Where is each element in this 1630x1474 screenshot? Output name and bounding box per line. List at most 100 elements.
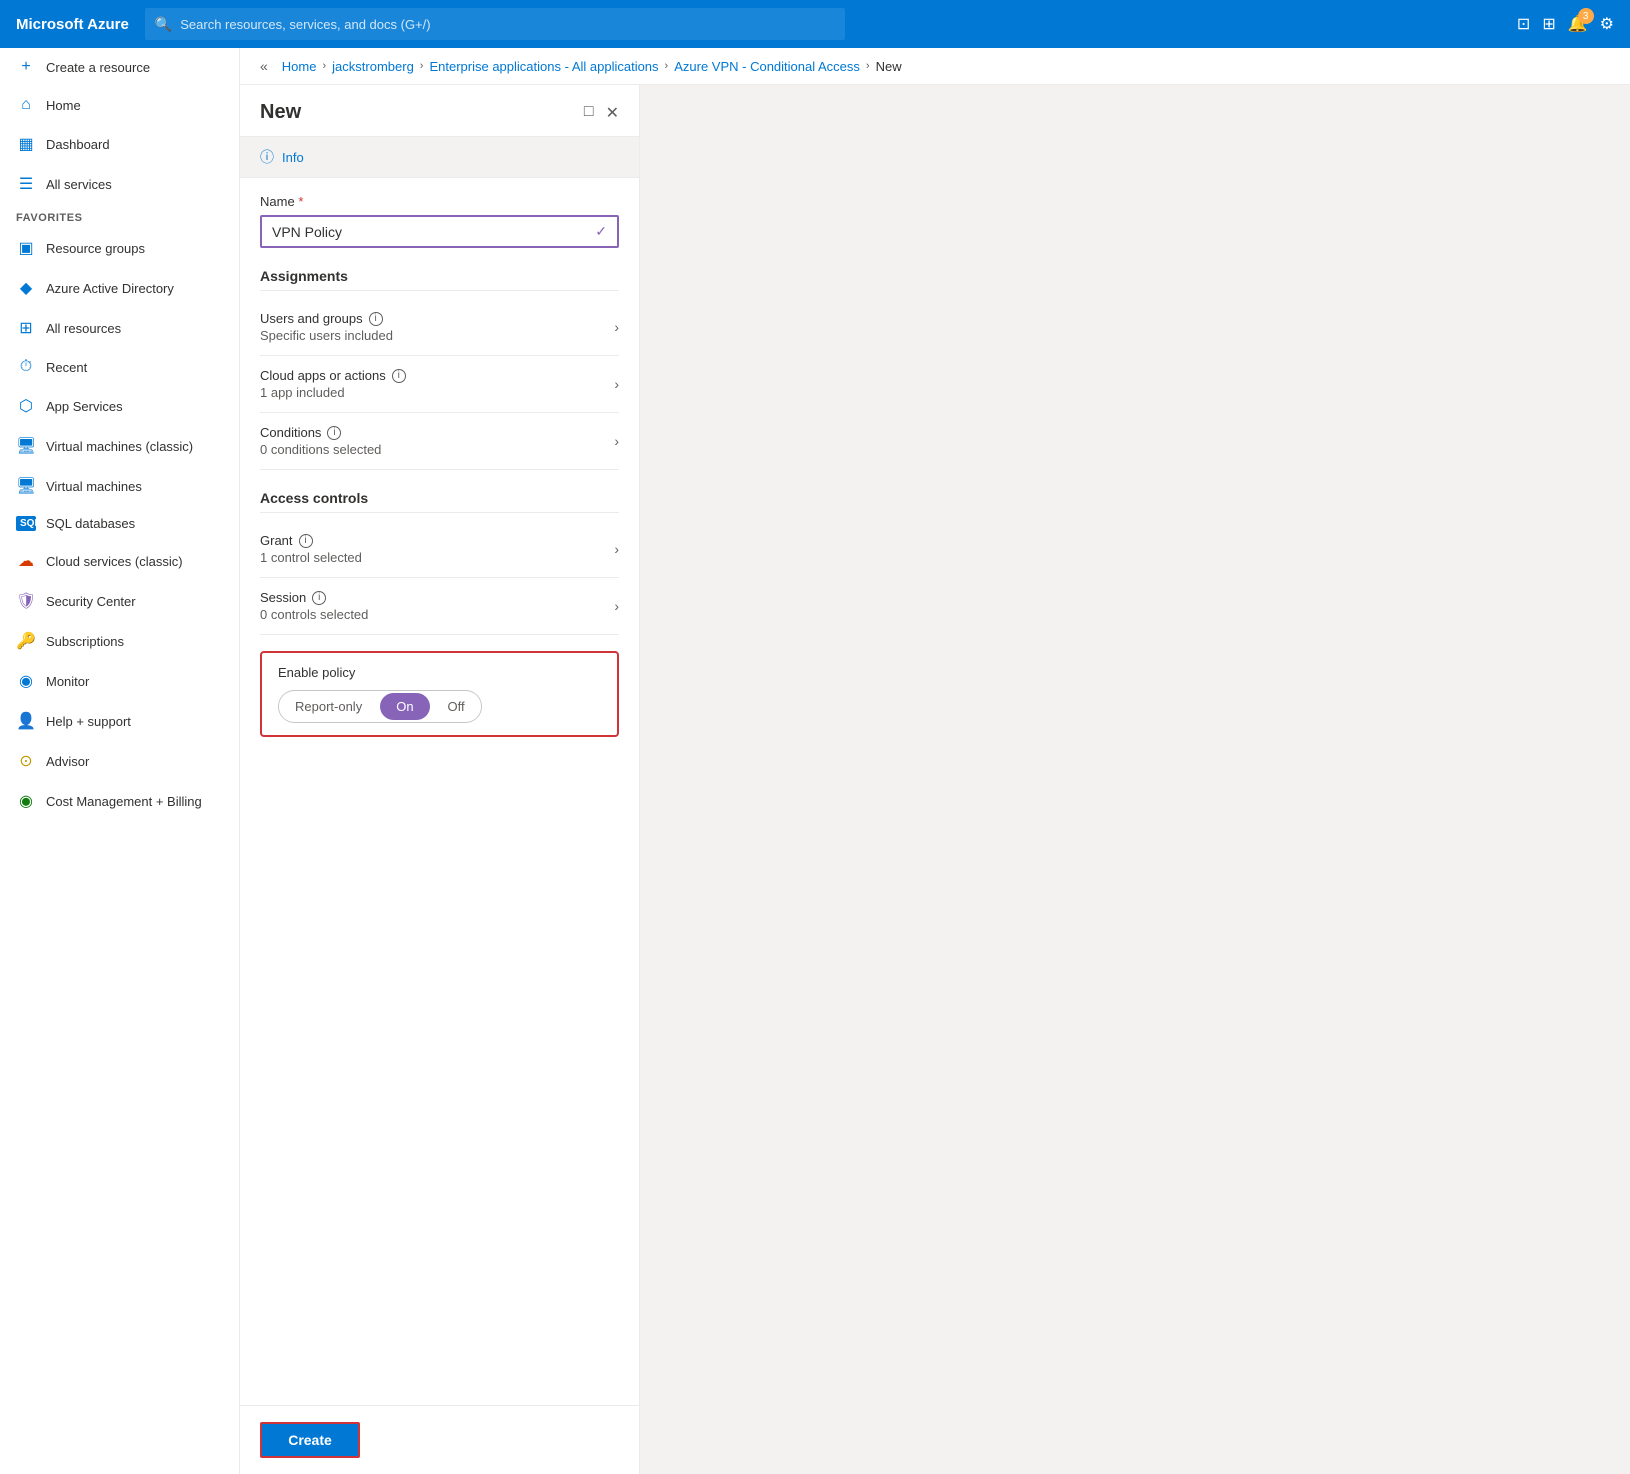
sidebar-item-advisor[interactable]: ⊙ Advisor [0,741,239,781]
toggle-on[interactable]: On [380,693,429,720]
enable-policy-label: Enable policy [278,665,601,680]
info-section: ⓘ Info [240,137,639,178]
notification-badge: 3 [1578,8,1594,24]
breadcrumb-azure-vpn[interactable]: Azure VPN - Conditional Access [674,59,860,74]
sidebar-item-home[interactable]: ⌂Home [0,86,239,124]
breadcrumb-home[interactable]: Home [282,59,317,74]
new-policy-panel: New □ ✕ ⓘ Info Name [240,85,640,1474]
cloud-apps-info-icon[interactable]: i [392,369,406,383]
sidebar-label-monitor: Monitor [46,674,89,689]
sidebar-item-virtual-machines[interactable]: 🖥 Virtual machines [0,466,239,506]
sidebar-item-create-resource[interactable]: +Create a resource [0,48,239,86]
sidebar-label-security-center: Security Center [46,594,136,609]
sidebar-label-all-resources: All resources [46,321,121,336]
breadcrumb-enterprise-apps[interactable]: Enterprise applications - All applicatio… [429,59,658,74]
name-label: Name * [260,194,619,209]
topbar-icons: ⊡ ⊞ 🔔 3 ⚙ [1517,14,1614,34]
sidebar-item-sql-databases[interactable]: SQL SQL databases [0,506,239,541]
sidebar-label-virtual-machines-classic: Virtual machines (classic) [46,439,193,454]
subscriptions-icon: 🔑 [16,631,36,651]
brand-title: Microsoft Azure [16,16,129,33]
sidebar-label-cloud-services: Cloud services (classic) [46,554,183,569]
advisor-icon: ⊙ [16,751,36,771]
virtual-machines-icon: 🖥 [16,476,36,496]
breadcrumb-jackstromberg[interactable]: jackstromberg [332,59,414,74]
create-button[interactable]: Create [260,1422,360,1458]
sidebar-item-dashboard[interactable]: ▦Dashboard [0,124,239,164]
sidebar-item-monitor[interactable]: ◉ Monitor [0,661,239,701]
all-resources-icon: ⊞ [16,318,36,338]
sidebar-item-app-services[interactable]: ⬡App Services [0,386,239,426]
grant-row[interactable]: Grant i 1 control selected › [260,521,619,578]
info-label: Info [282,150,304,165]
sidebar-item-virtual-machines-classic[interactable]: 🖥 Virtual machines (classic) [0,426,239,466]
users-groups-row[interactable]: Users and groups i Specific users includ… [260,299,619,356]
topbar: Microsoft Azure 🔍 ⊡ ⊞ 🔔 3 ⚙ [0,0,1630,48]
conditions-chevron: › [614,433,619,449]
session-row[interactable]: Session i 0 controls selected › [260,578,619,635]
sidebar-item-cost-management[interactable]: ◉Cost Management + Billing [0,781,239,821]
settings-icon[interactable]: ⚙ [1600,14,1614,34]
sidebar-label-advisor: Advisor [46,754,89,769]
required-indicator: * [298,194,303,209]
collapse-button[interactable]: « [260,58,268,74]
session-info-icon[interactable]: i [312,591,326,605]
panel-header-icons: □ ✕ [584,103,619,123]
recent-icon: ⏱ [16,358,36,376]
cloud-apps-row[interactable]: Cloud apps or actions i 1 app included › [260,356,619,413]
sidebar-item-all-services[interactable]: ☰ All services [0,164,239,204]
search-input[interactable] [180,17,835,32]
terminal-icon[interactable]: ⊡ [1517,14,1530,34]
grant-chevron: › [614,541,619,557]
sidebar-label-create-resource: Create a resource [46,60,150,75]
sidebar-label-virtual-machines: Virtual machines [46,479,142,494]
conditions-sub: 0 conditions selected [260,442,381,457]
close-icon[interactable]: ✕ [606,103,619,123]
grant-info-icon[interactable]: i [299,534,313,548]
session-title: Session [260,590,306,605]
policy-toggle-group[interactable]: Report-only On Off [278,690,482,723]
sidebar-label-subscriptions: Subscriptions [46,634,124,649]
sidebar-label-dashboard: Dashboard [46,137,110,152]
conditions-row[interactable]: Conditions i 0 conditions selected › [260,413,619,470]
sidebar-item-help-support[interactable]: 👤Help + support [0,701,239,741]
feedback-icon[interactable]: ⊞ [1542,14,1555,34]
sidebar-item-all-resources[interactable]: ⊞ All resources [0,308,239,348]
sidebar-item-resource-groups[interactable]: ▣Resource groups [0,228,239,268]
grant-title: Grant [260,533,293,548]
panel-title: New [260,101,301,124]
sidebar-label-sql-databases: SQL databases [46,516,135,531]
sidebar-item-security-center[interactable]: 🛡 Security Center [0,581,239,621]
name-input-display[interactable]: VPN Policy ✓ [260,215,619,248]
session-sub: 0 controls selected [260,607,368,622]
notification-icon[interactable]: 🔔 3 [1568,14,1588,34]
toggle-off[interactable]: Off [432,693,481,720]
panel-body: Name * VPN Policy ✓ Assignments [240,178,639,1405]
sidebar-item-subscriptions[interactable]: 🔑 Subscriptions [0,621,239,661]
sidebar-item-azure-active-directory[interactable]: ◆Azure Active Directory [0,268,239,308]
search-bar[interactable]: 🔍 [145,8,845,40]
all-services-icon: ☰ [16,174,36,194]
sql-databases-icon: SQL [16,516,36,531]
azure-active-directory-icon: ◆ [16,278,36,298]
sidebar-label-recent: Recent [46,360,87,375]
cost-management-icon: ◉ [16,791,36,811]
conditions-info-icon[interactable]: i [327,426,341,440]
sidebar-item-recent[interactable]: ⏱ Recent [0,348,239,386]
toggle-report-only[interactable]: Report-only [279,693,378,720]
help-support-icon: 👤 [16,711,36,731]
sidebar-label-resource-groups: Resource groups [46,241,145,256]
maximize-icon[interactable]: □ [584,103,594,123]
users-groups-info-icon[interactable]: i [369,312,383,326]
grant-sub: 1 control selected [260,550,362,565]
virtual-machines-classic-icon: 🖥 [16,436,36,456]
sidebar-label-app-services: App Services [46,399,123,414]
monitor-icon: ◉ [16,671,36,691]
cloud-apps-chevron: › [614,376,619,392]
content-area: New □ ✕ ⓘ Info Name [240,85,1630,1474]
sidebar-item-cloud-services[interactable]: ☁Cloud services (classic) [0,541,239,581]
info-icon: ⓘ [260,147,274,167]
security-center-icon: 🛡 [16,591,36,611]
sidebar-label-all-services: All services [46,177,112,192]
access-controls-section-title: Access controls [260,490,619,513]
